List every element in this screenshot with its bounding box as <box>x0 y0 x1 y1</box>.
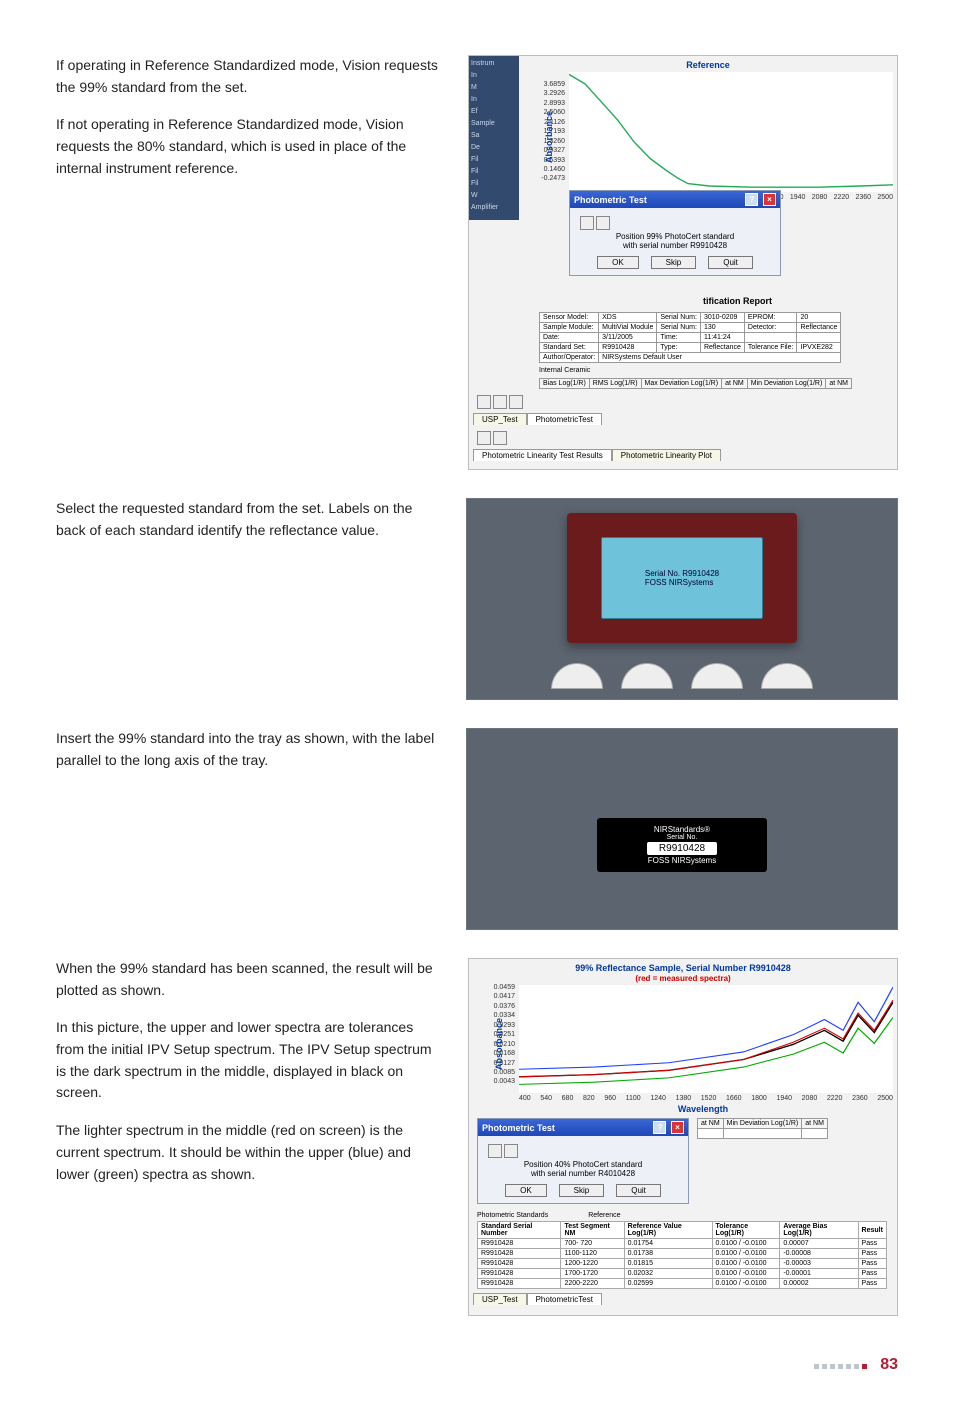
table-row: R99104281700-17200.020320.0100 / -0.0100… <box>478 1269 887 1279</box>
internal-ceramic-header: Internal Ceramic <box>539 367 897 374</box>
tab-photometric-test[interactable]: PhotometricTest <box>527 413 602 425</box>
brand-sub: FOSS NIRSystems <box>648 856 716 865</box>
toolbar-icon[interactable] <box>477 395 491 409</box>
dialog-message: Position 99% PhotoCert standard <box>576 232 774 241</box>
chart-title: 99% Reflectance Sample, Serial Number R9… <box>469 959 897 983</box>
page-number: 83 <box>880 1356 898 1373</box>
tab-usp-test[interactable]: USP_Test <box>473 413 527 425</box>
tab-linearity-results[interactable]: Photometric Linearity Test Results <box>473 449 612 461</box>
serial-label: Serial No. <box>667 834 698 841</box>
toolbar-icon[interactable] <box>509 395 523 409</box>
section-label: Reference <box>588 1212 620 1219</box>
internal-ceramic-table: Bias Log(1/R)RMS Log(1/R)Max Deviation L… <box>539 378 852 389</box>
dialog-title: Photometric Test <box>482 1123 555 1133</box>
photo-standard-in-tray: NIRStandards® Serial No. R9910428 FOSS N… <box>466 728 898 930</box>
body-text: If operating in Reference Standardized m… <box>56 55 444 98</box>
worksheet-tabs: USP_Test PhotometricTest <box>473 413 893 425</box>
toolbar-icon[interactable] <box>596 216 610 230</box>
screenshot-reference: InstrumInM InEfSample SaDeFil FilFilW Am… <box>468 55 898 470</box>
dialog-title: Photometric Test <box>574 195 647 205</box>
tab-photometric-test[interactable]: PhotometricTest <box>527 1293 602 1305</box>
x-axis-label: Wavelength <box>519 203 569 213</box>
y-axis-label: Absorbance <box>494 1018 504 1070</box>
toolbar-icon[interactable] <box>493 431 507 445</box>
body-text: The lighter spectrum in the middle (red … <box>56 1120 444 1185</box>
toolbar-icon[interactable] <box>504 1144 518 1158</box>
photometric-standards-table: Standard Serial NumberTest Segment NMRef… <box>477 1221 887 1289</box>
sidebar-stub: InstrumInM InEfSample SaDeFil FilFilW Am… <box>469 56 519 220</box>
serial-number: R9910428 <box>647 842 717 855</box>
table-row: R99104281100-11200.017380.0100 / -0.0100… <box>478 1249 887 1259</box>
photo-standards-set: Serial No. R9910428FOSS NIRSystems <box>466 498 898 700</box>
photometric-test-dialog: Photometric Test ? × Position 99% PhotoC… <box>569 190 781 276</box>
table-row: R99104281200-12200.018150.0100 / -0.0100… <box>478 1259 887 1269</box>
close-icon[interactable]: × <box>671 1121 684 1134</box>
ok-button[interactable]: OK <box>505 1184 547 1197</box>
screenshot-99pct: 99% Reflectance Sample, Serial Number R9… <box>468 958 898 1316</box>
dialog-message: with serial number R9910428 <box>576 241 774 250</box>
tab-linearity-plot[interactable]: Photometric Linearity Plot <box>612 449 721 461</box>
report-title: tification Report <box>699 290 897 308</box>
y-axis-label: Absorbance <box>544 111 554 163</box>
ok-button[interactable]: OK <box>597 256 639 269</box>
chart-title: Reference <box>519 56 897 70</box>
quit-button[interactable]: Quit <box>616 1184 661 1197</box>
toolbar-icon[interactable] <box>580 216 594 230</box>
stats-stub-table: at NMMin Deviation Log(1/R)at NM <box>697 1118 828 1139</box>
quit-button[interactable]: Quit <box>708 256 753 269</box>
toolbar-icon[interactable] <box>493 395 507 409</box>
section-label: Photometric Standards <box>477 1212 548 1219</box>
dialog-message: Position 40% PhotoCert standard <box>484 1160 682 1169</box>
dialog-message: with serial number R4010428 <box>484 1169 682 1178</box>
brand-label: NIRStandards® <box>654 825 710 834</box>
skip-button[interactable]: Skip <box>559 1184 605 1197</box>
help-icon[interactable]: ? <box>653 1121 666 1134</box>
x-ticks: 4005406808209601100124013801520166018001… <box>519 1095 893 1102</box>
help-icon[interactable]: ? <box>745 193 758 206</box>
toolbar-icon[interactable] <box>477 431 491 445</box>
body-text: In this picture, the upper and lower spe… <box>56 1017 444 1104</box>
body-text: Select the requested standard from the s… <box>56 498 442 541</box>
body-text: Insert the 99% standard into the tray as… <box>56 728 442 771</box>
body-text: When the 99% standard has been scanned, … <box>56 958 444 1001</box>
table-row: R99104282200-22200.025990.0100 / -0.0100… <box>478 1279 887 1289</box>
close-icon[interactable]: × <box>763 193 776 206</box>
bottom-tabs: Photometric Linearity Test Results Photo… <box>473 449 893 461</box>
x-axis-label: Wavelength <box>509 1104 897 1114</box>
tab-usp-test[interactable]: USP_Test <box>473 1293 527 1305</box>
worksheet-tabs: USP_Test PhotometricTest <box>473 1293 893 1305</box>
toolbar-icon[interactable] <box>488 1144 502 1158</box>
info-table: Sensor Model:XDSSerial Num:3010-0209EPRO… <box>539 312 841 363</box>
skip-button[interactable]: Skip <box>651 256 697 269</box>
photometric-test-dialog: Photometric Test ? × Position 40% PhotoC… <box>477 1118 689 1204</box>
table-row: R9910428700- 7200.017540.0100 / -0.01000… <box>478 1239 887 1249</box>
standard-label-stub: Serial No. R9910428FOSS NIRSystems <box>645 569 719 587</box>
page-footer: 83 <box>56 1356 898 1374</box>
body-text: If not operating in Reference Standardiz… <box>56 114 444 179</box>
